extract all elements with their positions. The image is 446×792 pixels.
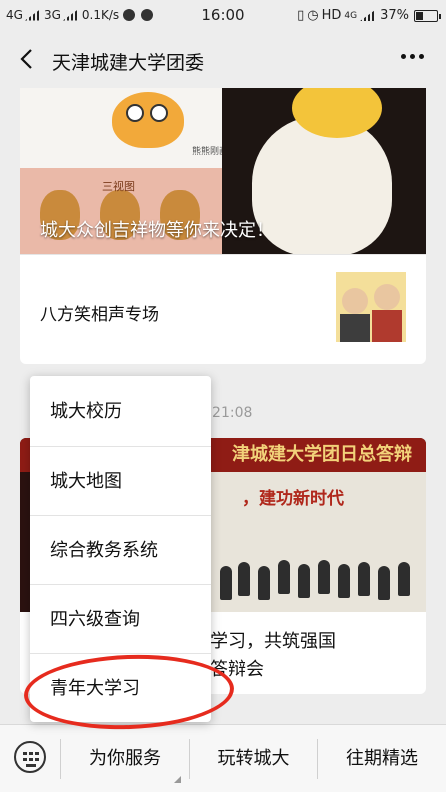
menu-item-cet-query[interactable]: 四六级查询 [30, 585, 211, 654]
audience-figure [378, 566, 390, 600]
tab-services[interactable]: 为你服务 [61, 725, 189, 792]
audience-figure [358, 562, 370, 596]
image-label: 三视图 [102, 180, 135, 193]
signal-icon [360, 10, 376, 21]
keyboard-icon[interactable] [14, 741, 46, 773]
article-title[interactable]: 八方笑相声专场 [40, 300, 159, 325]
caption-line: 学习，共筑强国 [210, 631, 336, 652]
bottom-menu-bar: 为你服务 玩转城大 往期精选 [0, 724, 446, 792]
audience-figure [278, 560, 290, 594]
battery-percent: 37% [380, 8, 409, 23]
app-header: 天津城建大学团委 [0, 32, 446, 88]
menu-item-academic-system[interactable]: 综合教务系统 [30, 516, 211, 585]
status-bar: 4G 3G 0.1K/s 16:00 ▯ ◷ HD 4G 37% [0, 0, 446, 32]
menu-indicator-icon [174, 776, 181, 783]
battery-icon [414, 9, 441, 22]
menu-item-map[interactable]: 城大地图 [30, 447, 211, 516]
article-thumbnail[interactable] [336, 272, 406, 342]
network-label-3: 4G [344, 10, 358, 21]
tab-past-picks[interactable]: 往期精选 [318, 725, 446, 792]
audience-figure [318, 560, 330, 594]
cover-title: 城大众创吉祥物等你来决定！ [40, 220, 274, 241]
page-title: 天津城建大学团委 [52, 52, 205, 74]
article-cover-image[interactable]: 熊熊刚画 三视图 城大众创吉祥物等你来决定！ [20, 88, 426, 254]
audience-figure [220, 566, 232, 600]
audience-figure [398, 562, 410, 596]
tab-label: 往期精选 [346, 748, 418, 769]
stage-slogan: ，建功新时代 [242, 489, 344, 509]
chevron-left-icon[interactable] [14, 46, 40, 72]
audience-figure [258, 566, 270, 600]
audience-figure [298, 564, 310, 598]
article-caption[interactable]: 学习，共筑强国 答辩会 [210, 628, 336, 684]
alarm-icon: ◷ [307, 8, 319, 23]
tab-explore-campus[interactable]: 玩转城大 [190, 725, 317, 792]
tab-label: 玩转城大 [217, 748, 290, 769]
mascot-illustration [112, 92, 184, 148]
audience-figure [338, 564, 350, 598]
more-icon[interactable] [401, 54, 424, 59]
divider [20, 254, 426, 255]
hd-label: HD [321, 8, 342, 23]
status-right: ▯ ◷ HD 4G 37% [297, 8, 441, 23]
vibrate-icon: ▯ [297, 8, 305, 23]
article-card[interactable]: 熊熊刚画 三视图 城大众创吉祥物等你来决定！ 八方笑相声专场 [20, 88, 426, 364]
tab-label: 为你服务 [89, 748, 161, 769]
audience-figure [238, 562, 250, 596]
menu-item-calendar[interactable]: 城大校历 [30, 377, 211, 446]
